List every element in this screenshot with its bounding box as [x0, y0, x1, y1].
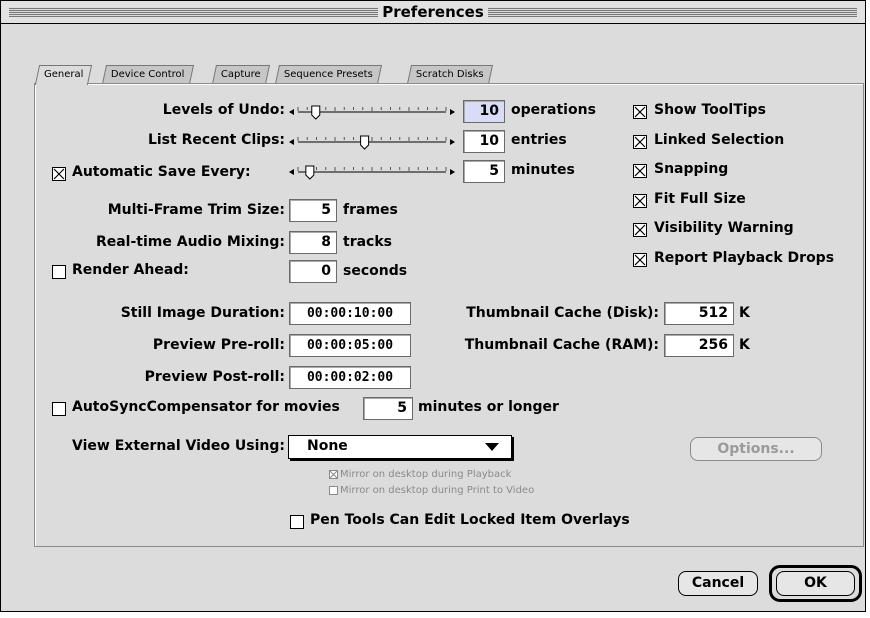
check-x-icon — [53, 168, 65, 180]
autosave-unit: minutes — [511, 162, 575, 178]
trim-size-unit: frames — [343, 202, 398, 218]
thumb-cache-disk-field[interactable]: 512 — [664, 302, 734, 325]
slider-thumb — [311, 105, 321, 120]
levels-of-undo-slider[interactable] — [288, 104, 456, 120]
checkbox[interactable] — [633, 252, 647, 267]
mirror-playback-label: Mirror on desktop during Playback — [340, 469, 512, 480]
title-bar[interactable]: Preferences — [1, 1, 865, 24]
cancel-button[interactable]: Cancel — [678, 571, 758, 596]
ok-button[interactable]: OK — [776, 571, 855, 596]
arrow-right-icon — [450, 109, 455, 115]
list-recent-clips-field[interactable]: 10 — [463, 130, 505, 153]
tab-capture-label: Capture — [220, 69, 261, 80]
slider-graphic — [289, 165, 455, 180]
arrow-left-icon — [289, 169, 294, 175]
checkbox-label: Show ToolTips — [654, 102, 766, 118]
pen-tools-checkbox[interactable] — [290, 515, 304, 529]
list-recent-clips-unit: entries — [511, 132, 567, 148]
arrow-left-icon — [289, 139, 294, 145]
checkbox[interactable] — [633, 164, 647, 179]
render-ahead-field[interactable]: 0 — [289, 260, 337, 283]
audio-mixing-unit: tracks — [343, 234, 392, 250]
tab-device-control[interactable]: Device Control — [101, 65, 194, 84]
autosave-checkbox[interactable] — [52, 167, 66, 181]
audio-mixing-label: Real-time Audio Mixing: — [95, 234, 285, 250]
check-x-icon — [634, 106, 646, 118]
check-x-icon — [634, 136, 646, 148]
mirror-print-checkbox — [329, 486, 338, 495]
tab-capture[interactable]: Capture — [211, 65, 270, 84]
mirror-print-label: Mirror on desktop during Print to Video — [340, 485, 535, 496]
check-x-icon — [634, 254, 646, 266]
checkbox[interactable] — [633, 193, 647, 208]
still-duration-field[interactable]: 00:00:10:00 — [289, 302, 411, 325]
check-x-icon — [634, 165, 646, 177]
autosave-field[interactable]: 5 — [463, 160, 505, 183]
slider-thumb — [305, 165, 315, 180]
checkbox[interactable] — [633, 105, 647, 119]
thumb-cache-ram-unit: K — [739, 337, 750, 353]
tab-sequence-presets-label: Sequence Presets — [283, 69, 373, 80]
external-video-label: View External Video Using: — [72, 438, 285, 454]
tab-general[interactable]: General — [34, 65, 93, 85]
check-x-icon — [634, 195, 646, 207]
tab-scratch-disks-label: Scratch Disks — [415, 69, 484, 80]
thumb-cache-disk-label: Thumbnail Cache (Disk): — [466, 305, 659, 321]
checkbox-label: Fit Full Size — [654, 190, 746, 207]
chevron-down-icon — [485, 443, 499, 451]
postroll-label: Preview Post-roll: — [144, 369, 285, 385]
preroll-label: Preview Pre-roll: — [152, 337, 285, 353]
autosync-label: AutoSyncCompensator for movies — [72, 399, 340, 415]
render-ahead-unit: seconds — [343, 263, 408, 279]
slider-graphic — [289, 105, 455, 120]
check-x-icon — [329, 470, 338, 479]
preroll-field[interactable]: 00:00:05:00 — [289, 334, 411, 357]
slider-graphic — [289, 135, 455, 150]
checkbox[interactable] — [633, 134, 647, 149]
tab-device-control-label: Device Control — [110, 69, 185, 80]
levels-of-undo-field[interactable]: 10 — [463, 100, 505, 123]
tab-scratch-disks[interactable]: Scratch Disks — [406, 65, 493, 84]
postroll-field[interactable]: 00:00:02:00 — [289, 366, 411, 389]
render-ahead-checkbox[interactable] — [52, 265, 66, 279]
thumb-cache-ram-label: Thumbnail Cache (RAM): — [464, 337, 659, 353]
checkbox[interactable] — [633, 223, 647, 238]
options-button[interactable]: Options... — [690, 437, 822, 461]
autosave-slider[interactable] — [288, 164, 456, 180]
arrow-right-icon — [450, 139, 455, 145]
tab-sequence-presets[interactable]: Sequence Presets — [274, 65, 382, 84]
list-recent-clips-slider[interactable] — [288, 134, 456, 150]
mirror-playback-checkbox — [329, 470, 338, 479]
checkbox-label: Visibility Warning — [654, 220, 794, 237]
ok-button-default-ring: OK — [769, 565, 862, 602]
tab-general-label: General — [44, 69, 84, 80]
autosync-field[interactable]: 5 — [363, 397, 413, 420]
list-recent-clips-label: List Recent Clips: — [147, 132, 285, 148]
audio-mixing-field[interactable]: 8 — [289, 231, 337, 254]
arrow-right-icon — [450, 169, 455, 175]
slider-thumb — [360, 135, 370, 150]
render-ahead-label: Render Ahead: — [72, 262, 189, 278]
thumb-cache-ram-field[interactable]: 256 — [664, 334, 734, 357]
autosave-label: Automatic Save Every: — [72, 164, 251, 180]
trim-size-label: Multi-Frame Trim Size: — [107, 202, 285, 218]
external-video-select[interactable]: None — [288, 435, 512, 459]
check-x-icon — [634, 224, 646, 236]
checkbox-label: Linked Selection — [654, 131, 785, 148]
thumb-cache-disk-unit: K — [739, 305, 750, 321]
pen-tools-label: Pen Tools Can Edit Locked Item Overlays — [310, 512, 630, 528]
preferences-window: Preferences General Device Control Captu… — [0, 0, 866, 612]
autosync-checkbox[interactable] — [52, 402, 66, 416]
window-title: Preferences — [378, 3, 488, 21]
checkbox-label: Snapping — [654, 161, 729, 178]
external-video-selected: None — [307, 438, 348, 454]
arrow-left-icon — [289, 109, 294, 115]
levels-of-undo-unit: operations — [511, 102, 596, 118]
checkbox-label: Report Playback Drops — [654, 249, 835, 266]
autosync-unit: minutes or longer — [418, 399, 559, 415]
trim-size-field[interactable]: 5 — [289, 199, 337, 222]
still-duration-label: Still Image Duration: — [120, 305, 285, 321]
levels-of-undo-label: Levels of Undo: — [162, 102, 285, 118]
